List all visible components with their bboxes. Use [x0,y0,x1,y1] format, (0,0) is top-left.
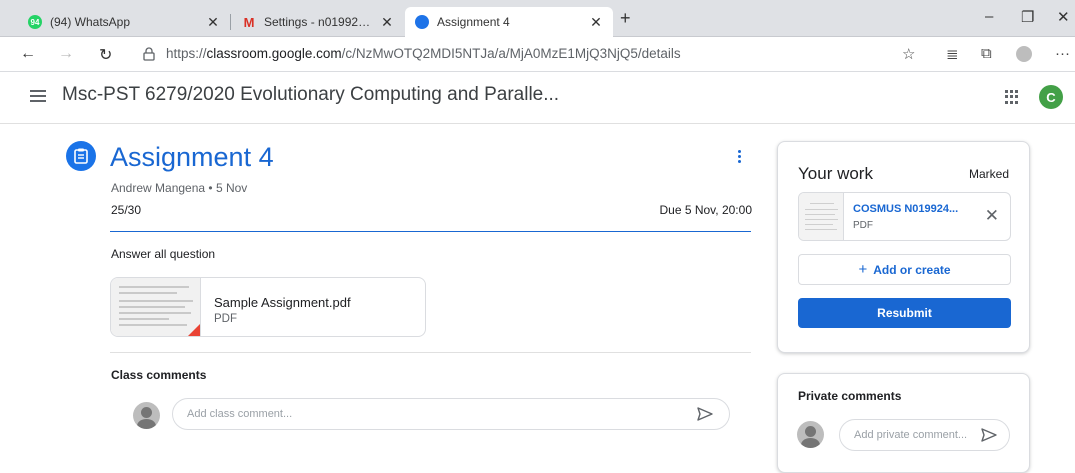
your-work-title: Your work [798,164,873,183]
submitted-file[interactable]: COSMUS N019924... PDF ✕ [798,192,1011,241]
assignment-icon [66,141,96,171]
close-tab-icon[interactable]: ✕ [380,14,394,31]
instructions-text: Answer all question [111,247,216,261]
class-comment-input[interactable] [187,399,687,429]
close-tab-icon[interactable]: ✕ [589,14,603,31]
tab-assignment[interactable]: Assignment 4 ✕ [405,7,613,37]
add-or-create-button[interactable]: + Add or create [798,254,1011,285]
new-tab-icon[interactable]: + [620,8,631,29]
more-options-icon[interactable]: ··· [1055,45,1070,62]
course-title[interactable]: Msc-PST 6279/2020 Evolutionary Computing… [62,84,559,106]
favorites-list-icon[interactable]: ≣ [946,45,959,63]
refresh-icon[interactable]: ↻ [99,45,112,65]
tab-divider [230,14,231,30]
favorite-star-icon[interactable]: ☆ [902,45,915,63]
private-comment-input[interactable] [854,420,979,450]
remove-file-icon[interactable]: ✕ [985,206,999,226]
tab-title: (94) WhatsApp [50,15,131,29]
user-avatar [797,421,824,448]
classroom-header: Msc-PST 6279/2020 Evolutionary Computing… [0,72,1075,124]
posted-date: 5 Nov [215,181,248,195]
attachment-type: PDF [214,313,237,325]
divider [110,352,751,353]
forward-arrow-icon[interactable]: → [58,45,74,63]
send-icon[interactable] [697,407,713,421]
tab-title: Assignment 4 [437,15,510,29]
work-status: Marked [968,167,1009,181]
file-type: PDF [853,220,873,231]
class-comments-label: Class comments [111,368,207,382]
attachment-name: Sample Assignment.pdf [214,295,351,310]
back-arrow-icon[interactable]: ← [20,45,36,63]
browser-profile-icon[interactable] [1016,46,1032,62]
author-name: Andrew Mangena [111,181,206,195]
file-name: COSMUS N019924... [853,203,959,215]
grade-points: 25/30 [111,203,142,217]
assignment-byline: Andrew Mangena • 5 Nov [111,181,247,195]
plus-icon: + [858,261,868,278]
divider [110,231,751,232]
file-thumbnail [799,193,844,240]
private-comments-card: Private comments [777,373,1030,473]
resubmit-button[interactable]: Resubmit [798,298,1011,328]
pdf-corner-icon [186,324,200,336]
url-path: /c/NzMwOTQ2MDI5NTJa/a/MjA0MzE1MjQ3NjQ5/d… [341,46,681,61]
attachment-card[interactable]: Sample Assignment.pdf PDF [110,277,426,337]
minimize-icon[interactable]: – [985,8,993,25]
browser-tab-strip: 94 (94) WhatsApp ✕ M Settings - n0199231… [0,0,1075,37]
pdf-thumbnail [111,278,201,336]
address-url[interactable]: https://classroom.google.com/c/NzMwOTQ2M… [166,46,681,61]
whatsapp-icon: 94 [28,15,42,29]
lock-icon [143,47,155,61]
more-vert-icon[interactable] [738,150,742,165]
add-or-create-label: Add or create [873,262,951,277]
menu-icon[interactable] [30,90,46,102]
url-prefix: https:// [166,46,207,61]
private-comment-box[interactable] [839,419,1010,451]
tab-settings-gmail[interactable]: M Settings - n0199231n@students ✕ [232,7,404,37]
due-date: Due 5 Nov, 20:00 [659,203,752,217]
google-apps-icon[interactable] [1005,90,1019,104]
byline-separator: • [208,181,213,195]
user-avatar [133,402,160,429]
url-host: classroom.google.com [206,46,342,61]
send-icon[interactable] [981,428,997,442]
classroom-icon [415,15,429,29]
gmail-icon: M [243,14,255,30]
assignment-title: Assignment 4 [110,142,274,172]
restore-icon[interactable]: ❐ [1021,8,1034,26]
tab-title: Settings - n0199231n@students [264,15,374,29]
collections-icon[interactable]: ⧉ [981,45,992,62]
your-work-card: Your work Marked COSMUS N019924... PDF ✕… [777,141,1030,353]
tab-whatsapp[interactable]: 94 (94) WhatsApp ✕ [18,7,230,37]
close-tab-icon[interactable]: ✕ [206,14,220,31]
account-avatar[interactable]: C [1039,85,1063,109]
private-comments-label: Private comments [798,389,902,403]
window-close-icon[interactable]: ✕ [1057,8,1070,26]
class-comment-box[interactable] [172,398,730,430]
